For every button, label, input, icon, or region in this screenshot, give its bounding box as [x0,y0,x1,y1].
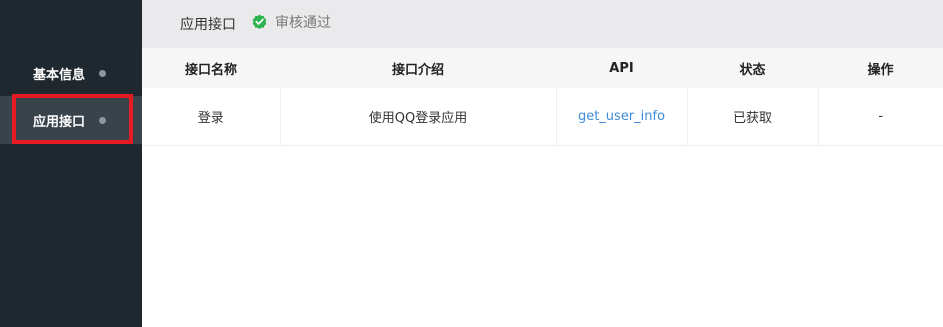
cell-description: 使用QQ登录应用 [280,88,557,146]
sidebar-item-label: 应用接口 [33,114,86,130]
interface-table: 接口名称 接口介绍 API 状态 操作 登录 使用QQ登录应用 get_user… [142,48,943,146]
sidebar-item-app-interface[interactable]: 应用接口 [0,96,142,144]
column-header-action: 操作 [867,62,894,78]
column-header-description: 接口介绍 [391,62,444,78]
table-row: 登录 使用QQ登录应用 get_user_info 已获取 - [142,88,943,146]
table-header-row: 接口名称 接口介绍 API 状态 操作 [142,48,943,88]
page-title: 应用接口 [180,17,236,33]
cell-action: - [818,88,943,146]
cell-name: 登录 [142,88,281,146]
cell-status: 已获取 [687,88,819,146]
dot-icon [99,116,107,124]
check-shield-icon [252,14,267,29]
sidebar-item-label: 基本信息 [33,67,86,83]
page-header: 应用接口 审核通过 [142,0,943,48]
sidebar-item-basic-info[interactable]: 基本信息 [0,49,142,97]
main-content: 应用接口 审核通过 接口名称 接口介绍 API 状态 操作 登录 使用QQ登录应… [142,0,943,327]
status-text: 审核通过 [275,14,331,31]
column-header-name: 接口名称 [184,62,237,78]
sidebar: 基本信息 应用接口 [0,0,142,327]
dot-icon [99,69,107,77]
status-badge: 审核通过 [252,12,331,32]
column-header-status: 状态 [739,62,766,78]
cell-api: get_user_info [556,88,688,146]
api-link[interactable]: get_user_info [578,109,665,124]
column-header-api: API [609,60,634,76]
